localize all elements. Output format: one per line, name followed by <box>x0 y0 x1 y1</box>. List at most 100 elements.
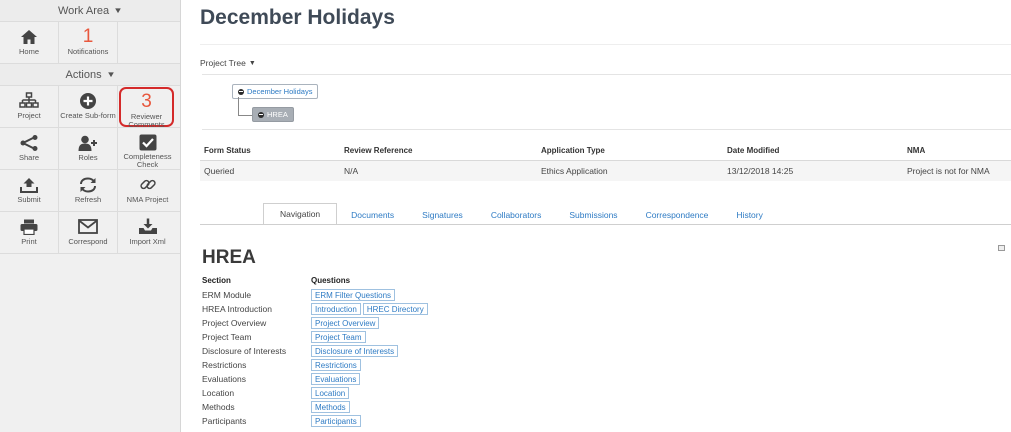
tab-documents[interactable]: Documents <box>337 205 408 225</box>
sitemap-icon <box>19 91 39 110</box>
list-item: Disclosure of Interests Disclosure of Int… <box>202 344 428 358</box>
divider <box>200 224 1011 225</box>
divider <box>200 44 1011 45</box>
question-links: Project Overview <box>311 317 380 329</box>
section-name: Location <box>202 388 235 398</box>
reviewer-comments-button[interactable]: 3 Reviewer Comments <box>119 87 174 129</box>
question-link[interactable]: Methods <box>311 401 350 413</box>
collapse-icon <box>258 111 264 118</box>
section-name: Participants <box>202 416 247 426</box>
reviewer-comments-count: 3 <box>141 91 152 112</box>
review-reference-value: N/A <box>340 160 537 181</box>
question-list: ERM Module ERM Filter Questions HREA Intro… <box>202 288 428 428</box>
question-link[interactable]: Evaluations <box>311 373 361 385</box>
column-header: Form Status <box>200 141 340 161</box>
questions-column-header: Questions <box>311 276 351 285</box>
question-link[interactable]: Introduction <box>311 303 361 315</box>
download-tray-icon <box>138 217 158 236</box>
question-link[interactable]: Project Overview <box>311 317 380 329</box>
tree-node-label: HREA <box>267 110 288 119</box>
refresh-button[interactable]: Refresh <box>59 170 118 211</box>
envelope-icon <box>78 217 98 236</box>
tab-submissions[interactable]: Submissions <box>555 205 631 225</box>
share-button[interactable]: Share <box>0 128 59 169</box>
question-links: Project Team <box>311 331 366 343</box>
notifications-count: 1 <box>82 26 94 47</box>
submit-button[interactable]: Submit <box>0 170 59 211</box>
nma-project-button[interactable]: NMA Project <box>118 170 177 211</box>
project-label: Project <box>17 111 41 120</box>
work-area-label: Work Area <box>57 4 110 17</box>
section-name: Evaluations <box>202 374 246 384</box>
correspond-button[interactable]: Correspond <box>59 212 118 253</box>
chevron-down-icon: ▼ <box>105 70 116 79</box>
tree-node-hrea[interactable]: HREA <box>252 107 294 122</box>
column-header: Application Type <box>537 141 723 161</box>
work-area-header[interactable]: Work Area ▼ <box>0 0 180 22</box>
chevron-down-icon: ▼ <box>113 6 123 15</box>
actions-header[interactable]: Actions ▼ <box>0 64 180 86</box>
list-item: Evaluations Evaluations <box>202 372 428 386</box>
section-name: Methods <box>202 402 235 412</box>
home-icon <box>20 27 38 46</box>
project-tree-panel <box>202 74 1011 130</box>
tree-connector <box>238 97 239 115</box>
section-name: Disclosure of Interests <box>202 346 287 356</box>
link-icon <box>139 175 157 194</box>
question-link[interactable]: Project Team <box>311 331 366 343</box>
reviewer-comments-label: Reviewer Comments <box>128 112 165 129</box>
list-item: Location Location <box>202 386 428 400</box>
upload-icon <box>20 175 38 194</box>
page-title: December Holidays <box>200 6 395 29</box>
tree-node-root[interactable]: December Holidays <box>232 84 319 99</box>
home-label: Home <box>18 47 39 56</box>
tab-correspondence[interactable]: Correspondence <box>632 205 723 225</box>
refresh-icon <box>78 175 98 194</box>
tab-collaborators[interactable]: Collaborators <box>477 205 556 225</box>
home-button[interactable]: Home <box>0 22 59 63</box>
question-link[interactable]: HREC Directory <box>362 303 428 315</box>
section-name: ERM Module <box>202 290 252 300</box>
question-link[interactable]: ERM Filter Questions <box>311 289 396 301</box>
check-square-icon <box>139 133 157 151</box>
list-item: HREA Introduction Introduction HREC Direct… <box>202 302 428 316</box>
tab-signatures[interactable]: Signatures <box>408 205 477 225</box>
sidebar: Work Area ▼ Home 1 Notifications Actions… <box>0 0 181 432</box>
question-link[interactable]: Location <box>311 387 350 399</box>
correspond-label: Correspond <box>68 237 108 246</box>
submit-label: Submit <box>17 195 41 204</box>
table-row: Queried N/A Ethics Application 13/12/201… <box>200 160 1011 181</box>
chevron-down-icon: ▼ <box>248 59 256 67</box>
project-tree-toggle[interactable]: Project Tree ▼ <box>200 58 256 68</box>
create-subform-button[interactable]: Create Sub-form <box>59 86 118 127</box>
minimize-icon[interactable] <box>998 245 1005 251</box>
print-button[interactable]: Print <box>0 212 59 253</box>
question-links: Location <box>311 387 350 399</box>
roles-label: Roles <box>78 153 98 162</box>
notifications-button[interactable]: 1 Notifications <box>59 22 118 63</box>
section-name: HREA Introduction <box>202 304 272 314</box>
nma-project-label: NMA Project <box>126 195 169 204</box>
section-name: Project Team <box>202 332 252 342</box>
list-item: Methods Methods <box>202 400 428 414</box>
empty-tile <box>118 22 177 63</box>
project-button[interactable]: Project <box>0 86 59 127</box>
tab-history[interactable]: History <box>722 205 776 225</box>
tab-navigation[interactable]: Navigation <box>263 203 338 225</box>
question-links: Participants <box>311 415 361 427</box>
question-links: ERM Filter Questions <box>311 289 396 301</box>
application-type-value: Ethics Application <box>537 160 723 181</box>
question-link[interactable]: Disclosure of Interests <box>311 345 399 357</box>
import-xml-button[interactable]: Import Xml <box>118 212 177 253</box>
completeness-check-button[interactable]: Completeness Check <box>118 128 177 169</box>
share-icon <box>20 133 38 152</box>
question-link[interactable]: Participants <box>311 415 361 427</box>
form-status-value: Queried <box>200 160 340 181</box>
printer-icon <box>20 217 38 236</box>
question-link[interactable]: Restrictions <box>311 359 361 371</box>
notifications-label: Notifications <box>67 47 109 56</box>
column-header: Date Modified <box>723 141 903 161</box>
roles-button[interactable]: Roles <box>59 128 118 169</box>
section-column-header: Section <box>202 276 231 285</box>
tree-connector <box>238 115 252 116</box>
